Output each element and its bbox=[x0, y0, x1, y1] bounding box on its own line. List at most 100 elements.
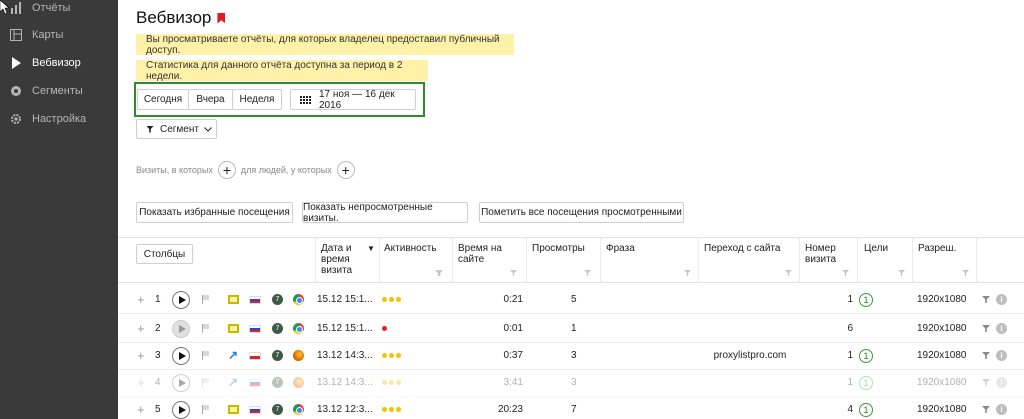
desktop-device-icon bbox=[228, 405, 239, 414]
favorite-flag-icon[interactable] bbox=[202, 295, 210, 304]
info-icon[interactable]: i bbox=[996, 377, 1007, 388]
calendar-icon bbox=[300, 95, 311, 104]
table-row[interactable]: +3 ↗ 7 13.12 14:3... 0:37 3 proxylistpro.com 1 1… bbox=[118, 341, 1024, 370]
header-goals[interactable]: Цели bbox=[864, 243, 888, 254]
favorite-flag-icon[interactable] bbox=[202, 324, 210, 333]
filter-row: Визиты, в которых + для людей, у которых… bbox=[136, 161, 360, 179]
table-row[interactable]: +5 7 13.12 12:3... 20:23 7 4 1 1920x1080 i bbox=[118, 395, 1024, 419]
filter-icon[interactable] bbox=[436, 270, 443, 276]
sidebar-item-webvisor[interactable]: Вебвизор bbox=[0, 49, 118, 77]
expand-row-icon[interactable]: + bbox=[137, 375, 145, 390]
row-number: 2 bbox=[155, 323, 161, 334]
visit-number: 1 bbox=[847, 377, 853, 388]
column-separator bbox=[799, 238, 800, 282]
filter-icon[interactable] bbox=[898, 270, 905, 276]
date-range-button[interactable]: 17 ноя — 16 дек 2016 bbox=[290, 89, 416, 111]
sidebar-item-segments[interactable]: Сегменты bbox=[0, 77, 118, 105]
add-visit-filter-button[interactable]: + bbox=[217, 161, 236, 179]
header-phrase[interactable]: Фраза bbox=[606, 243, 635, 254]
favorite-flag-icon[interactable] bbox=[202, 378, 210, 387]
info-icon[interactable]: i bbox=[996, 294, 1007, 305]
filter-icon[interactable] bbox=[785, 270, 792, 276]
column-separator bbox=[912, 238, 913, 282]
gear-icon bbox=[9, 112, 23, 126]
header-visit-number[interactable]: Номер визита bbox=[805, 243, 851, 265]
favorite-flag-icon[interactable] bbox=[202, 405, 210, 414]
expand-row-icon[interactable]: + bbox=[137, 292, 145, 307]
visit-datetime: 13.12 14:3... bbox=[317, 377, 373, 388]
period-week-button[interactable]: Неделя bbox=[232, 89, 282, 110]
play-visit-button[interactable] bbox=[172, 319, 190, 338]
period-yesterday-button[interactable]: Вчера bbox=[188, 89, 233, 110]
filter-icon[interactable] bbox=[962, 270, 969, 276]
header-resolution[interactable]: Разреш. bbox=[918, 243, 956, 254]
bookmark-icon[interactable] bbox=[217, 12, 226, 24]
filter-icon[interactable] bbox=[584, 270, 591, 276]
chrome-icon bbox=[293, 323, 304, 334]
header-date[interactable]: Дата и время визита bbox=[321, 243, 371, 276]
os-windows-icon: 7 bbox=[272, 294, 283, 305]
info-icon[interactable]: i bbox=[996, 404, 1007, 415]
segment-dropdown[interactable]: Сегмент bbox=[136, 119, 217, 139]
sidebar-item-maps[interactable]: Карты bbox=[0, 21, 118, 49]
filter-by-visit-icon[interactable] bbox=[982, 325, 990, 332]
sidebar-item-reports[interactable]: Отчёты bbox=[0, 0, 118, 22]
expand-row-icon[interactable]: + bbox=[137, 402, 145, 417]
column-separator bbox=[857, 238, 858, 282]
column-separator bbox=[976, 238, 977, 282]
play-visit-button[interactable] bbox=[172, 346, 190, 365]
mark-all-viewed-button[interactable]: Пометить все посещения просмотренными bbox=[479, 202, 684, 223]
filter-icon[interactable] bbox=[684, 270, 691, 276]
filter-by-visit-icon[interactable] bbox=[982, 352, 990, 359]
expand-row-icon[interactable]: + bbox=[137, 321, 145, 336]
firefox-icon bbox=[293, 377, 304, 388]
goal-badge[interactable]: 1 bbox=[859, 348, 873, 363]
header-views[interactable]: Просмотры bbox=[532, 243, 585, 254]
row-number: 5 bbox=[155, 404, 161, 415]
desktop-device-icon bbox=[228, 295, 239, 304]
table-row[interactable]: +4 ↗ 7 13.12 14:3... 3:41 3 1 1 1920x1080 i bbox=[118, 368, 1024, 397]
table-row[interactable]: +2 7 15.12 15:1... 0:01 1 6 1920x1080 i bbox=[118, 314, 1024, 343]
show-unviewed-button[interactable]: Показать непросмотренные визиты. bbox=[302, 202, 468, 224]
chrome-icon bbox=[293, 294, 304, 305]
sidebar-item-label: Отчёты bbox=[32, 2, 71, 14]
referral-arrow-icon: ↗ bbox=[228, 348, 239, 362]
time-on-site: 0:37 bbox=[503, 350, 523, 361]
sidebar-item-settings[interactable]: Настройка bbox=[0, 105, 118, 133]
expand-row-icon[interactable]: + bbox=[137, 348, 145, 363]
header-activity[interactable]: Активность bbox=[384, 243, 437, 254]
play-visit-button[interactable] bbox=[172, 290, 190, 309]
favorite-flag-icon[interactable] bbox=[202, 351, 210, 360]
add-people-filter-button[interactable]: + bbox=[336, 161, 355, 179]
goal-badge[interactable]: 1 bbox=[859, 402, 873, 417]
filter-by-visit-icon[interactable] bbox=[982, 296, 990, 303]
page-views: 5 bbox=[571, 294, 577, 305]
columns-button[interactable]: Столбцы bbox=[136, 244, 193, 264]
filter-icon[interactable] bbox=[842, 270, 849, 276]
play-visit-button[interactable] bbox=[172, 400, 190, 419]
filter-by-visit-icon[interactable] bbox=[982, 379, 990, 386]
filter-icon[interactable] bbox=[510, 270, 517, 276]
play-visit-button[interactable] bbox=[172, 373, 190, 392]
goal-badge[interactable]: 1 bbox=[859, 375, 873, 390]
country-flag-icon bbox=[249, 295, 261, 304]
filter-icon bbox=[146, 125, 154, 133]
activity-dots bbox=[382, 353, 401, 358]
country-flag-icon bbox=[249, 351, 261, 360]
os-windows-icon: 7 bbox=[272, 323, 283, 334]
sidebar-item-label: Карты bbox=[32, 29, 64, 41]
referrer-site bbox=[704, 314, 796, 343]
column-separator bbox=[452, 238, 453, 282]
show-favorites-button[interactable]: Показать избранные посещения bbox=[136, 202, 293, 223]
sort-desc-icon[interactable]: ▼ bbox=[367, 243, 375, 254]
period-today-button[interactable]: Сегодня bbox=[137, 89, 189, 110]
header-referrer[interactable]: Переход с сайта bbox=[704, 243, 780, 254]
info-icon[interactable]: i bbox=[996, 323, 1007, 334]
firefox-icon bbox=[293, 350, 304, 361]
header-time[interactable]: Время на сайте bbox=[458, 243, 510, 265]
sidebar: Отчёты Карты Вебвизор Сегменты Настройка bbox=[0, 0, 118, 419]
filter-by-visit-icon[interactable] bbox=[982, 406, 990, 413]
table-row[interactable]: +1 7 15.12 15:1... 0:21 5 1 1 1920x1080 i bbox=[118, 285, 1024, 314]
goal-badge[interactable]: 1 bbox=[859, 292, 873, 307]
info-icon[interactable]: i bbox=[996, 350, 1007, 361]
